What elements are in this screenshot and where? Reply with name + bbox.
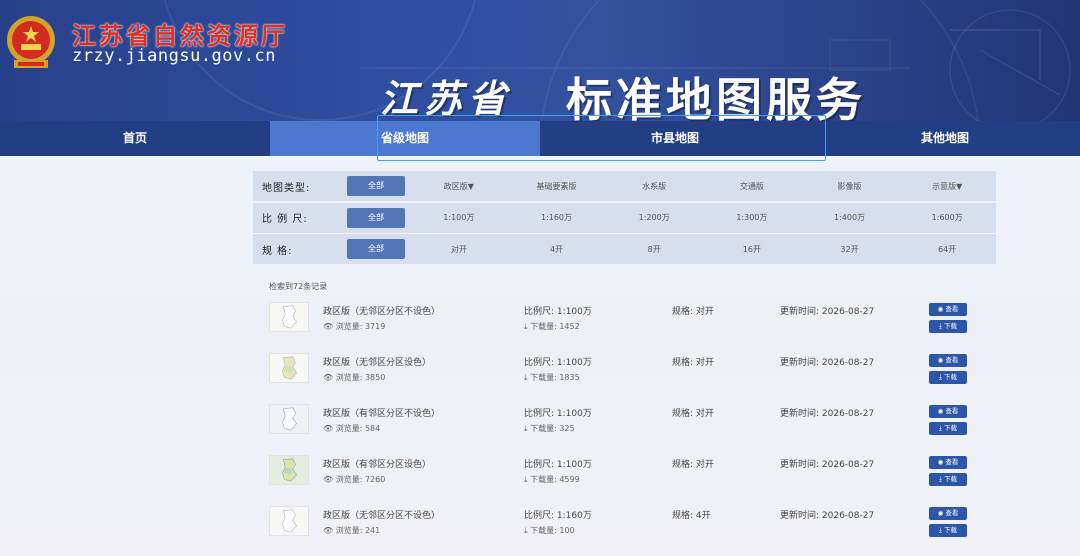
filter-label: 地图类型: (262, 182, 311, 194)
nav-item-city-maps[interactable]: 市县地图 (540, 121, 810, 156)
result-count: 检索到72条记录 (269, 282, 328, 291)
banner-title: 标准地图服务 (566, 73, 866, 121)
map-thumbnail[interactable] (269, 353, 309, 383)
main-nav: 首页 省级地图 市县地图 其他地图 (0, 121, 1080, 156)
item-downloads: 下载量: 4599 (530, 475, 580, 484)
item-updated: 更新时间: 2026-08-27 (780, 460, 875, 470)
item-scale: 比例尺: 1:100万 (524, 460, 592, 470)
item-title[interactable]: 政区版（无邻区分区设色） (323, 355, 431, 368)
filter-option[interactable]: 1:400万 (801, 212, 899, 223)
item-title[interactable]: 政区版（无邻区分区不设色） (323, 508, 440, 521)
filter-all-button[interactable]: 全部 (347, 239, 405, 259)
item-size: 规格: 对开 (672, 358, 714, 368)
item-size: 规格: 对开 (672, 307, 714, 317)
item-views: 浏览量: 584 (335, 424, 381, 433)
list-item: 政区版（无邻区分区不设色） 👁 浏览量: 241 比例尺: 1:160万 ⤓ 下… (266, 502, 976, 553)
eye-icon: 👁 (323, 424, 336, 433)
nav-item-province-maps[interactable]: 省级地图 (270, 121, 540, 156)
download-button[interactable]: ⤓ 下载 (929, 371, 967, 384)
view-button[interactable]: ◉ 查看 (929, 354, 967, 367)
item-updated: 更新时间: 2026-08-27 (780, 307, 875, 317)
site-header: 江苏省自然资源厅 zrzy.jiangsu.gov.cn 江苏省 标准地图服务 (0, 0, 1080, 121)
filter-option[interactable]: 1:600万 (898, 212, 996, 223)
item-views: 浏览量: 3850 (335, 373, 386, 382)
item-updated: 更新时间: 2026-08-27 (780, 358, 875, 368)
filter-option[interactable]: 1:200万 (605, 212, 703, 223)
item-downloads: 下载量: 100 (530, 526, 575, 535)
filter-label: 比 例 尺: (262, 214, 308, 225)
filter-option[interactable]: 对开 (410, 244, 508, 255)
filter-option[interactable]: 示意版▼ (898, 181, 996, 192)
item-scale: 比例尺: 1:100万 (524, 409, 592, 419)
filter-panel: 地图类型: 全部 政区版▼ 基础要素版 水系版 交通版 影像版 示意版▼ 比 例… (253, 171, 996, 264)
map-thumbnail[interactable] (269, 506, 309, 536)
eye-icon: 👁 (323, 373, 336, 382)
filter-row-scale: 比 例 尺: 全部 1:100万 1:160万 1:200万 1:300万 1:… (253, 202, 996, 233)
item-title[interactable]: 政区版（有邻区分区不设色） (323, 406, 440, 419)
filter-option[interactable]: 政区版▼ (410, 181, 508, 192)
download-button[interactable]: ⤓ 下载 (929, 320, 967, 333)
filter-option[interactable]: 影像版 (801, 181, 899, 192)
filter-option[interactable]: 水系版 (605, 181, 703, 192)
item-title[interactable]: 政区版（无邻区分区不设色） (323, 304, 440, 317)
download-button[interactable]: ⤓ 下载 (929, 422, 967, 435)
download-button[interactable]: ⤓ 下载 (929, 473, 967, 486)
download-button[interactable]: ⤓ 下载 (929, 524, 967, 537)
list-item: 政区版（有邻区分区设色） 👁 浏览量: 7260 比例尺: 1:100万 ⤓ 下… (266, 451, 976, 502)
item-downloads: 下载量: 1835 (530, 373, 580, 382)
result-list: 政区版（无邻区分区不设色） 👁 浏览量: 3719 比例尺: 1:100万 ⤓ … (266, 298, 976, 553)
map-thumbnail[interactable] (269, 404, 309, 434)
filter-option[interactable]: 32开 (801, 244, 899, 255)
eye-icon: 👁 (323, 526, 336, 535)
filter-option[interactable]: 1:160万 (508, 212, 606, 223)
filter-option[interactable]: 交通版 (703, 181, 801, 192)
filter-option[interactable]: 64开 (898, 244, 996, 255)
item-scale: 比例尺: 1:100万 (524, 358, 592, 368)
filter-row-map-type: 地图类型: 全部 政区版▼ 基础要素版 水系版 交通版 影像版 示意版▼ (253, 171, 996, 201)
item-downloads: 下载量: 1452 (530, 322, 580, 331)
eye-icon: 👁 (323, 322, 336, 331)
filter-option[interactable]: 8开 (605, 244, 703, 255)
list-item: 政区版（无邻区分区设色） 👁 浏览量: 3850 比例尺: 1:100万 ⤓ 下… (266, 349, 976, 400)
item-views: 浏览量: 7260 (335, 475, 386, 484)
item-size: 规格: 4开 (672, 511, 711, 521)
filter-label: 规 格: (262, 245, 293, 257)
filter-all-button[interactable]: 全部 (347, 176, 405, 196)
item-size: 规格: 对开 (672, 409, 714, 419)
filter-option[interactable]: 16开 (703, 244, 801, 255)
list-item: 政区版（有邻区分区不设色） 👁 浏览量: 584 比例尺: 1:100万 ⤓ 下… (266, 400, 976, 451)
view-button[interactable]: ◉ 查看 (929, 456, 967, 469)
filter-row-size: 规 格: 全部 对开 4开 8开 16开 32开 64开 (253, 234, 996, 264)
item-scale: 比例尺: 1:100万 (524, 307, 592, 317)
map-thumbnail[interactable] (269, 302, 309, 332)
filter-option[interactable]: 1:300万 (703, 212, 801, 223)
national-emblem-icon (7, 16, 55, 68)
item-scale: 比例尺: 1:160万 (524, 511, 592, 521)
view-button[interactable]: ◉ 查看 (929, 507, 967, 520)
filter-option[interactable]: 4开 (508, 244, 606, 255)
item-title[interactable]: 政区版（有邻区分区设色） (323, 457, 431, 470)
eye-icon: 👁 (323, 475, 336, 484)
filter-option[interactable]: 1:100万 (410, 212, 508, 223)
view-button[interactable]: ◉ 查看 (929, 405, 967, 418)
item-updated: 更新时间: 2026-08-27 (780, 511, 875, 521)
item-views: 浏览量: 3719 (335, 322, 386, 331)
item-size: 规格: 对开 (672, 460, 714, 470)
item-updated: 更新时间: 2026-08-27 (780, 409, 875, 419)
list-item: 政区版（无邻区分区不设色） 👁 浏览量: 3719 比例尺: 1:100万 ⤓ … (266, 298, 976, 349)
item-views: 浏览量: 241 (335, 526, 381, 535)
nav-item-other-maps[interactable]: 其他地图 (810, 121, 1080, 156)
item-downloads: 下载量: 325 (530, 424, 575, 433)
filter-all-button[interactable]: 全部 (347, 207, 405, 228)
map-thumbnail[interactable] (269, 455, 309, 485)
site-domain: zrzy.jiangsu.gov.cn (72, 46, 276, 66)
view-button[interactable]: ◉ 查看 (929, 303, 967, 316)
nav-item-home[interactable]: 首页 (0, 121, 270, 156)
filter-option[interactable]: 基础要素版 (508, 181, 606, 192)
banner-province: 江苏省 (380, 76, 513, 121)
